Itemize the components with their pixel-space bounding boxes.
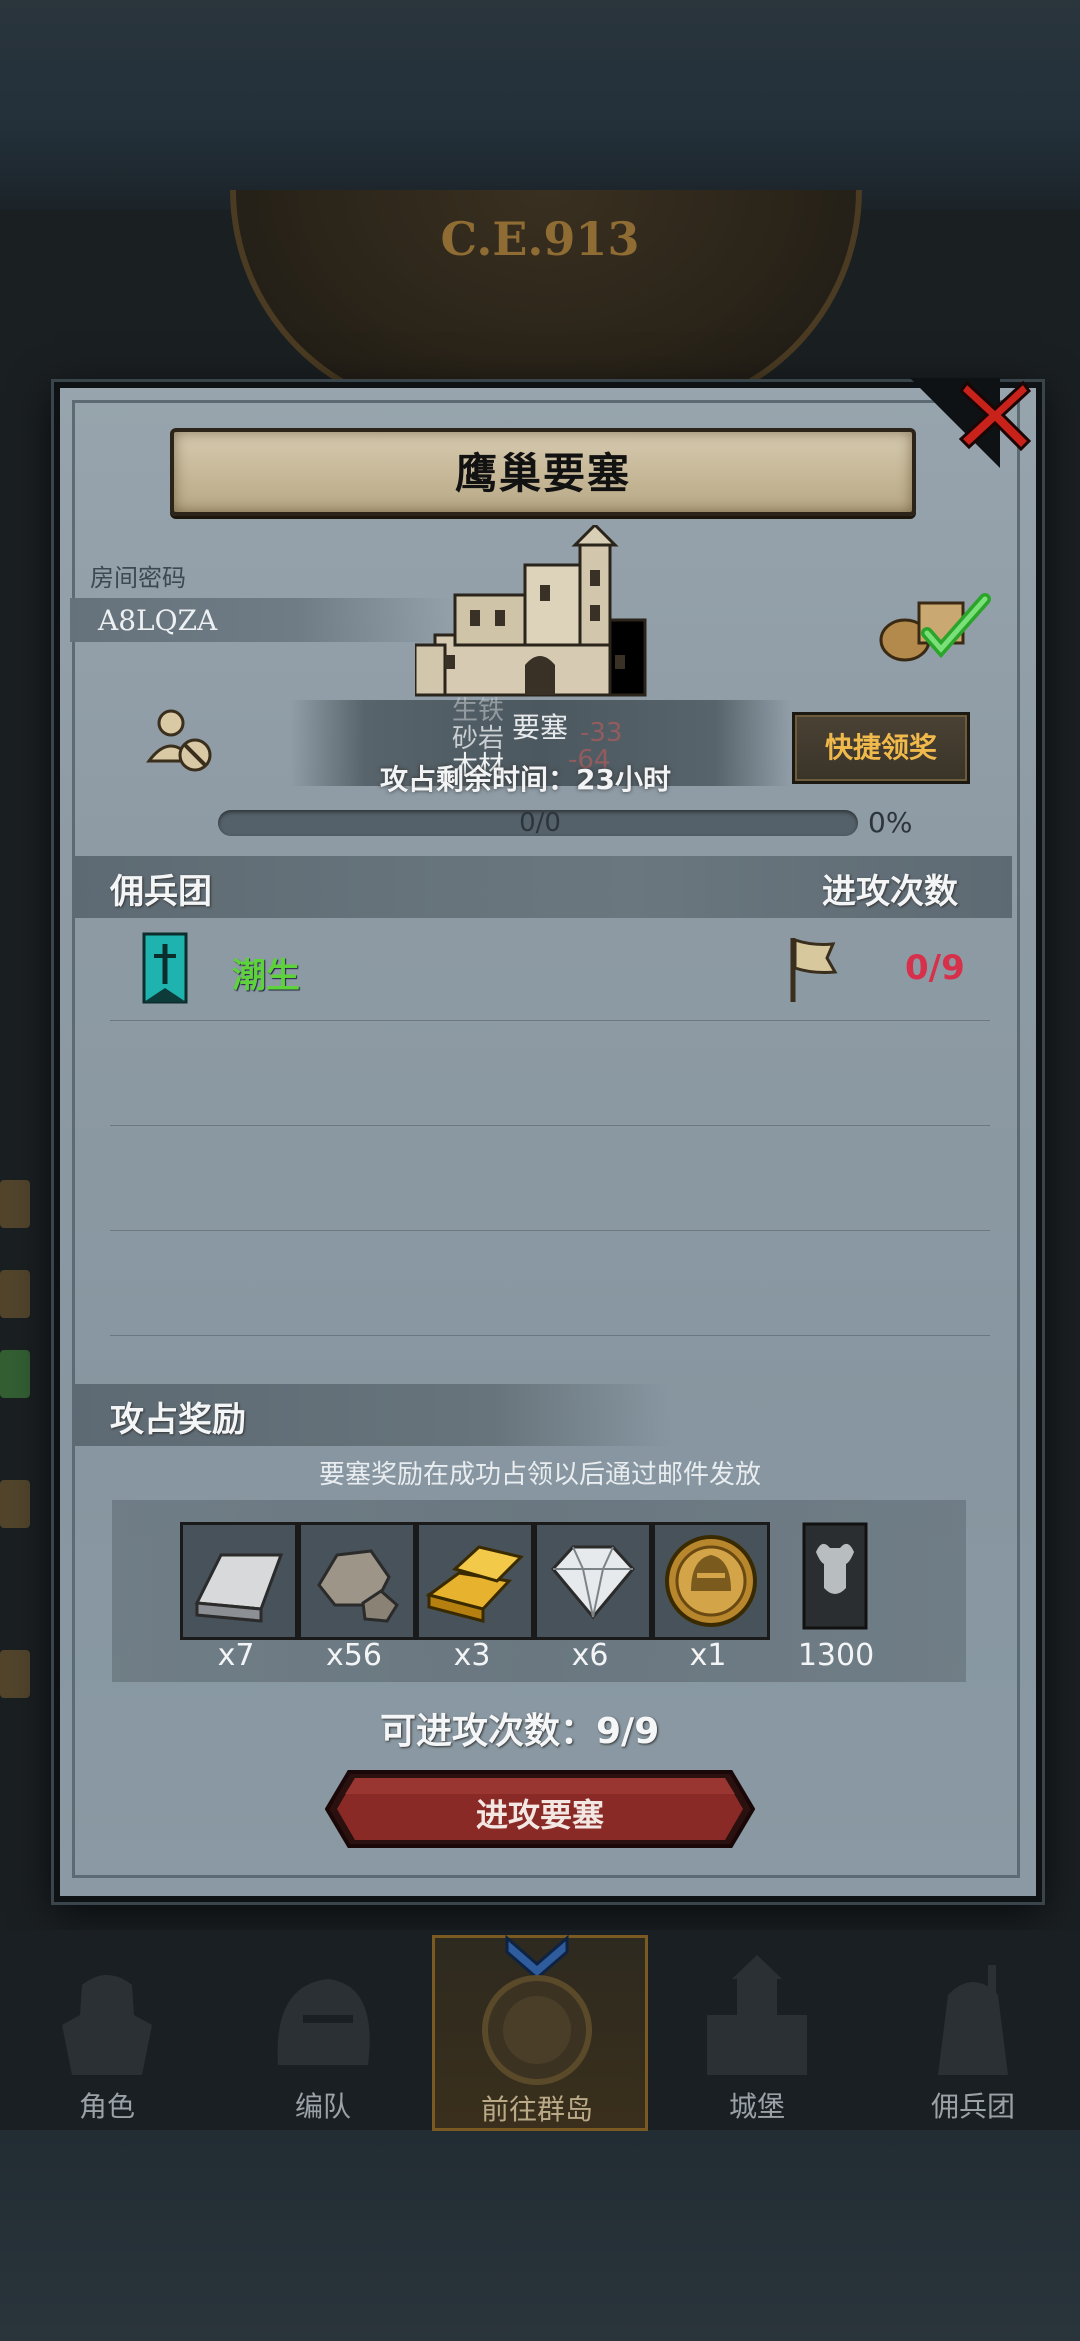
reward-item-iron[interactable] [180,1522,298,1640]
fortress-overlay-label: 要塞 [512,711,569,744]
attack-fortress-label: 进攻要塞 [475,1796,604,1834]
row-divider [110,1020,990,1021]
iron-ingot-icon [183,1525,295,1637]
gold-bars-icon [419,1525,531,1637]
mercenary-icon [938,1965,1008,2075]
diamond-icon [537,1525,649,1637]
row-divider [110,1125,990,1126]
attempts-remaining: 可进攻次数：9/9 [380,1711,660,1752]
castle-icon [707,1955,807,2075]
left-edge-icons [0,1180,30,1880]
nav-label-castle: 城堡 [728,2090,785,2123]
row-divider [110,1335,990,1336]
bottom-background [0,2130,1080,2341]
reward-qty-bull-banner: 1300 [797,1638,875,1673]
nav-label-islands: 前往群岛 [480,2093,593,2126]
era-label: C.E.913 [440,212,640,266]
reward-item-helmet-coin[interactable] [652,1522,770,1640]
nav-tab-formation[interactable]: 编队 [218,1935,428,2125]
mercenary-name: 潮生 [232,956,300,996]
collected-bags-icon [879,593,991,662]
knight-icon [62,1975,152,2075]
room-code-value[interactable]: A8LQZA [98,604,217,637]
reward-item-diamond[interactable] [534,1522,652,1640]
progress-count: 0/0 [519,808,561,838]
bull-banner-icon [802,1522,868,1630]
stone-ore-icon [301,1525,413,1637]
fortress-castle-icon [415,525,647,697]
quick-claim-button[interactable]: 快捷领奖 [792,712,970,784]
resource-line-2-value: -33 [580,718,623,748]
nav-tab-mercenary[interactable]: 佣兵团 [868,1935,1078,2125]
compass-icon [482,1975,592,2085]
reward-item-gold[interactable] [416,1522,534,1640]
knight-helmet-coin-icon [655,1525,767,1637]
close-button[interactable] [955,375,1035,455]
close-x-icon [958,380,1032,452]
reward-qty-iron: x7 [217,1638,255,1673]
reward-qty-helmet-coin: x1 [689,1638,727,1673]
helmet-icon [277,1979,370,2065]
mercenary-section-title: 佣兵团 [110,872,212,912]
no-player-icon [146,709,212,772]
nav-label-mercenary: 佣兵团 [930,2090,1015,2123]
reward-qty-gold: x3 [453,1638,491,1673]
nav-label-formation: 编队 [294,2090,351,2123]
reward-qty-stone: x56 [326,1638,382,1673]
row-divider [110,1230,990,1231]
reward-note: 要塞奖励在成功占领以后通过邮件发放 [318,1460,761,1490]
mercenary-attack-count: 0/9 [905,948,965,988]
reward-section-title: 攻占奖励 [110,1400,246,1440]
occupy-timer: 攻占剩余时间：23小时 [380,763,671,796]
dialog-title: 鹰巢要塞 [454,449,631,498]
progress-percent: 0% [868,806,913,839]
reward-item-bull-banner[interactable] [802,1522,868,1634]
nav-label-character: 角色 [78,2090,135,2123]
guild-banner-icon [142,932,188,1004]
room-code-label: 房间密码 [90,564,186,592]
attack-count-header: 进攻次数 [822,872,958,912]
nav-tab-character[interactable]: 角色 [2,1935,212,2125]
reward-qty-diamond: x6 [571,1638,609,1673]
nav-tab-castle[interactable]: 城堡 [652,1935,862,2125]
top-background [0,0,1080,210]
reward-item-stone[interactable] [298,1522,416,1640]
nav-tab-islands[interactable]: 前往群岛 [432,1934,648,2131]
attack-flag-icon [790,937,838,1002]
